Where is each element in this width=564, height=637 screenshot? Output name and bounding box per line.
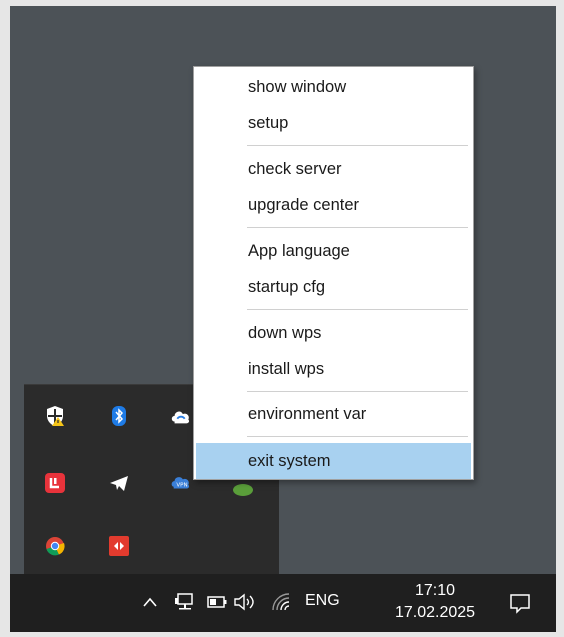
menu-item-app-language[interactable]: App language: [196, 233, 471, 269]
menu-item-exit-system[interactable]: exit system: [196, 443, 471, 479]
wifi-icon[interactable]: [270, 591, 292, 613]
battery-icon[interactable]: [206, 591, 228, 613]
menu-separator: [247, 391, 468, 392]
clock-date: 17.02.2025: [394, 604, 476, 621]
clock[interactable]: 17:10 17.02.2025: [390, 580, 480, 624]
red-app-icon[interactable]: [44, 472, 66, 494]
menu-separator: [247, 309, 468, 310]
menu-item-check-server[interactable]: check server: [196, 151, 471, 187]
menu-item-down-wps[interactable]: down wps: [196, 315, 471, 351]
taskbar: ENG 17:10 17.02.2025: [10, 574, 556, 632]
tray-context-menu: show window setup check server upgrade c…: [193, 66, 474, 480]
menu-item-setup[interactable]: setup: [196, 105, 471, 141]
red-remote-icon[interactable]: [108, 535, 130, 557]
menu-separator: [247, 145, 468, 146]
bluetooth-icon[interactable]: [108, 405, 130, 427]
chrome-icon[interactable]: [44, 535, 66, 557]
show-hidden-icons-chevron-icon[interactable]: [140, 592, 160, 612]
menu-item-startup-cfg[interactable]: startup cfg: [196, 269, 471, 305]
network-app-icon[interactable]: VPN: [170, 472, 192, 494]
telegram-icon[interactable]: [108, 472, 130, 494]
menu-item-environment-var[interactable]: environment var: [196, 396, 471, 432]
windows-security-icon[interactable]: [44, 405, 66, 427]
clock-time: 17:10: [414, 582, 456, 599]
menu-item-show-window[interactable]: show window: [196, 69, 471, 105]
menu-separator: [247, 227, 468, 228]
svg-text:VPN: VPN: [176, 483, 187, 489]
menu-item-install-wps[interactable]: install wps: [196, 351, 471, 387]
network-icon[interactable]: [174, 591, 196, 613]
input-language-indicator[interactable]: ENG: [305, 592, 340, 610]
menu-item-upgrade-center[interactable]: upgrade center: [196, 187, 471, 223]
volume-icon[interactable]: [232, 591, 258, 613]
notification-icon[interactable]: [507, 590, 533, 616]
menu-separator: [247, 436, 468, 437]
cloud-sync-icon[interactable]: [170, 405, 192, 427]
green-app-icon[interactable]: [232, 479, 254, 501]
